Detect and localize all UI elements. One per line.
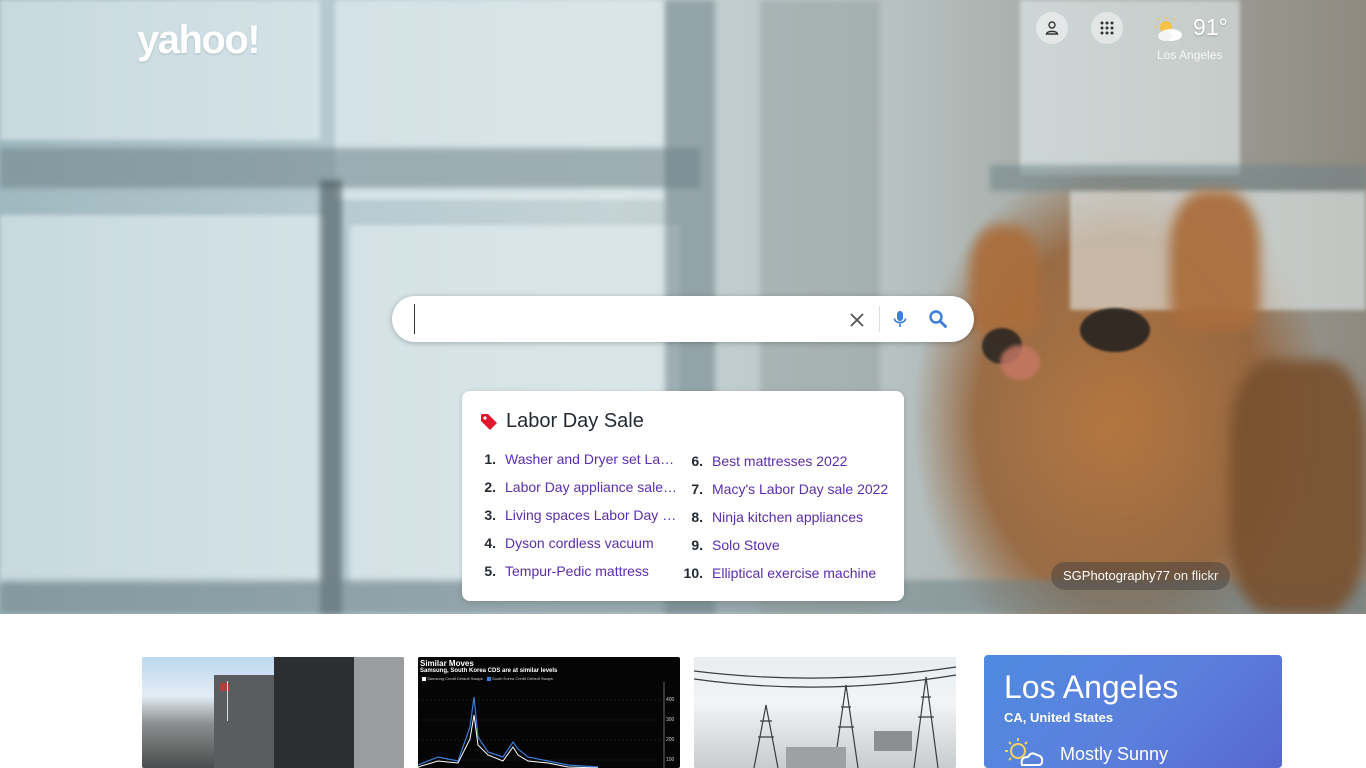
trending-item-link[interactable]: Macy's Labor Day sale 2022	[712, 481, 888, 497]
weather-card-region: CA, United States	[1004, 710, 1114, 725]
weather-card-city: Los Angeles	[1004, 669, 1179, 705]
flagpole	[227, 681, 228, 721]
yahoo-logo[interactable]: yahoo!	[137, 18, 261, 63]
trending-item-link[interactable]: Labor Day appliance sales...	[505, 479, 677, 495]
trending-item[interactable]: 2. Labor Day appliance sales...	[470, 479, 677, 497]
trending-item-link[interactable]: Solo Stove	[712, 537, 780, 553]
apps-button[interactable]	[1091, 12, 1123, 44]
building-side	[354, 657, 404, 768]
trending-title: Labor Day Sale	[506, 410, 644, 432]
close-icon[interactable]	[847, 310, 867, 330]
search-input[interactable]	[414, 304, 814, 334]
trending-item[interactable]: 6. Best mattresses 2022	[677, 453, 897, 471]
trending-item-number: 7.	[691, 481, 703, 497]
trending-item[interactable]: 10. Elliptical exercise machine	[677, 565, 897, 583]
cat-eye	[1080, 308, 1150, 352]
building-mural	[274, 657, 354, 768]
news-card-2[interactable]: Similar Moves Samsung, South Korea CDS a…	[418, 657, 680, 768]
trending-item-number: 8.	[691, 509, 703, 525]
trending-item[interactable]: 4. Dyson cordless vacuum	[470, 535, 670, 553]
weather-temperature: 91°	[1193, 14, 1228, 40]
trending-item-number: 5.	[484, 563, 496, 579]
trending-item[interactable]: 1. Washer and Dryer set Lab...	[470, 451, 675, 469]
trending-item[interactable]: 3. Living spaces Labor Day s...	[470, 507, 677, 525]
chart-tick-label: 200	[666, 737, 675, 743]
trending-item-link[interactable]: Best mattresses 2022	[712, 453, 847, 469]
search-divider	[879, 306, 880, 332]
trending-item-number: 9.	[691, 537, 703, 553]
trending-item[interactable]: 9. Solo Stove	[677, 537, 897, 555]
chart-tick-label: 100	[666, 757, 675, 763]
account-button[interactable]	[1036, 12, 1068, 44]
weather-card-condition: Mostly Sunny	[1060, 744, 1169, 764]
sun-cloud-icon	[1005, 738, 1044, 766]
trending-item[interactable]: 5. Tempur-Pedic mattress	[470, 563, 670, 581]
news-card-3[interactable]	[694, 657, 956, 768]
trending-panel: Labor Day Sale 1. Washer and Dryer set L…	[462, 391, 904, 601]
weather-card[interactable]: Los Angeles CA, United States Mostly Sun…	[984, 655, 1282, 768]
photo-credit[interactable]: SGPhotography77 on flickr	[1051, 562, 1231, 590]
tag-icon	[481, 414, 497, 430]
trending-item-link[interactable]: Dyson cordless vacuum	[505, 535, 654, 551]
trending-item-link[interactable]: Washer and Dryer set Lab...	[505, 451, 675, 467]
trending-item-link[interactable]: Ninja kitchen appliances	[712, 509, 863, 525]
trending-item-link[interactable]: Living spaces Labor Day s...	[505, 507, 677, 523]
trending-item-number: 10.	[683, 565, 703, 581]
flag	[220, 683, 230, 691]
news-card-1[interactable]	[142, 657, 404, 768]
cat-nose	[1000, 345, 1040, 380]
user-icon	[1045, 21, 1059, 35]
trending-item-number: 1.	[484, 451, 496, 467]
trending-item-number: 2.	[484, 479, 496, 495]
chart-tick-label: 300	[666, 717, 675, 723]
trending-item-link[interactable]: Tempur-Pedic mattress	[505, 563, 649, 579]
search-icon[interactable]	[928, 309, 948, 329]
microphone-icon[interactable]	[890, 309, 910, 329]
trending-item-number: 4.	[484, 535, 496, 551]
partly-cloudy-icon	[1155, 17, 1182, 41]
trending-item[interactable]: 7. Macy's Labor Day sale 2022	[677, 481, 897, 499]
photo-credit-author: SGPhotography77	[1063, 568, 1170, 583]
trending-item-number: 6.	[691, 453, 703, 469]
trending-item-link[interactable]: Elliptical exercise machine	[712, 565, 876, 581]
photo-credit-source: on flickr	[1173, 568, 1219, 583]
weather-city: Los Angeles	[1157, 48, 1223, 62]
search-bar	[392, 296, 974, 342]
chart-tick-label: 400	[666, 697, 675, 703]
cds-line-chart	[418, 682, 665, 768]
trending-item-number: 3.	[484, 507, 496, 523]
grid-icon	[1100, 21, 1114, 35]
trending-item[interactable]: 8. Ninja kitchen appliances	[677, 509, 897, 527]
power-lines-image	[694, 666, 956, 768]
